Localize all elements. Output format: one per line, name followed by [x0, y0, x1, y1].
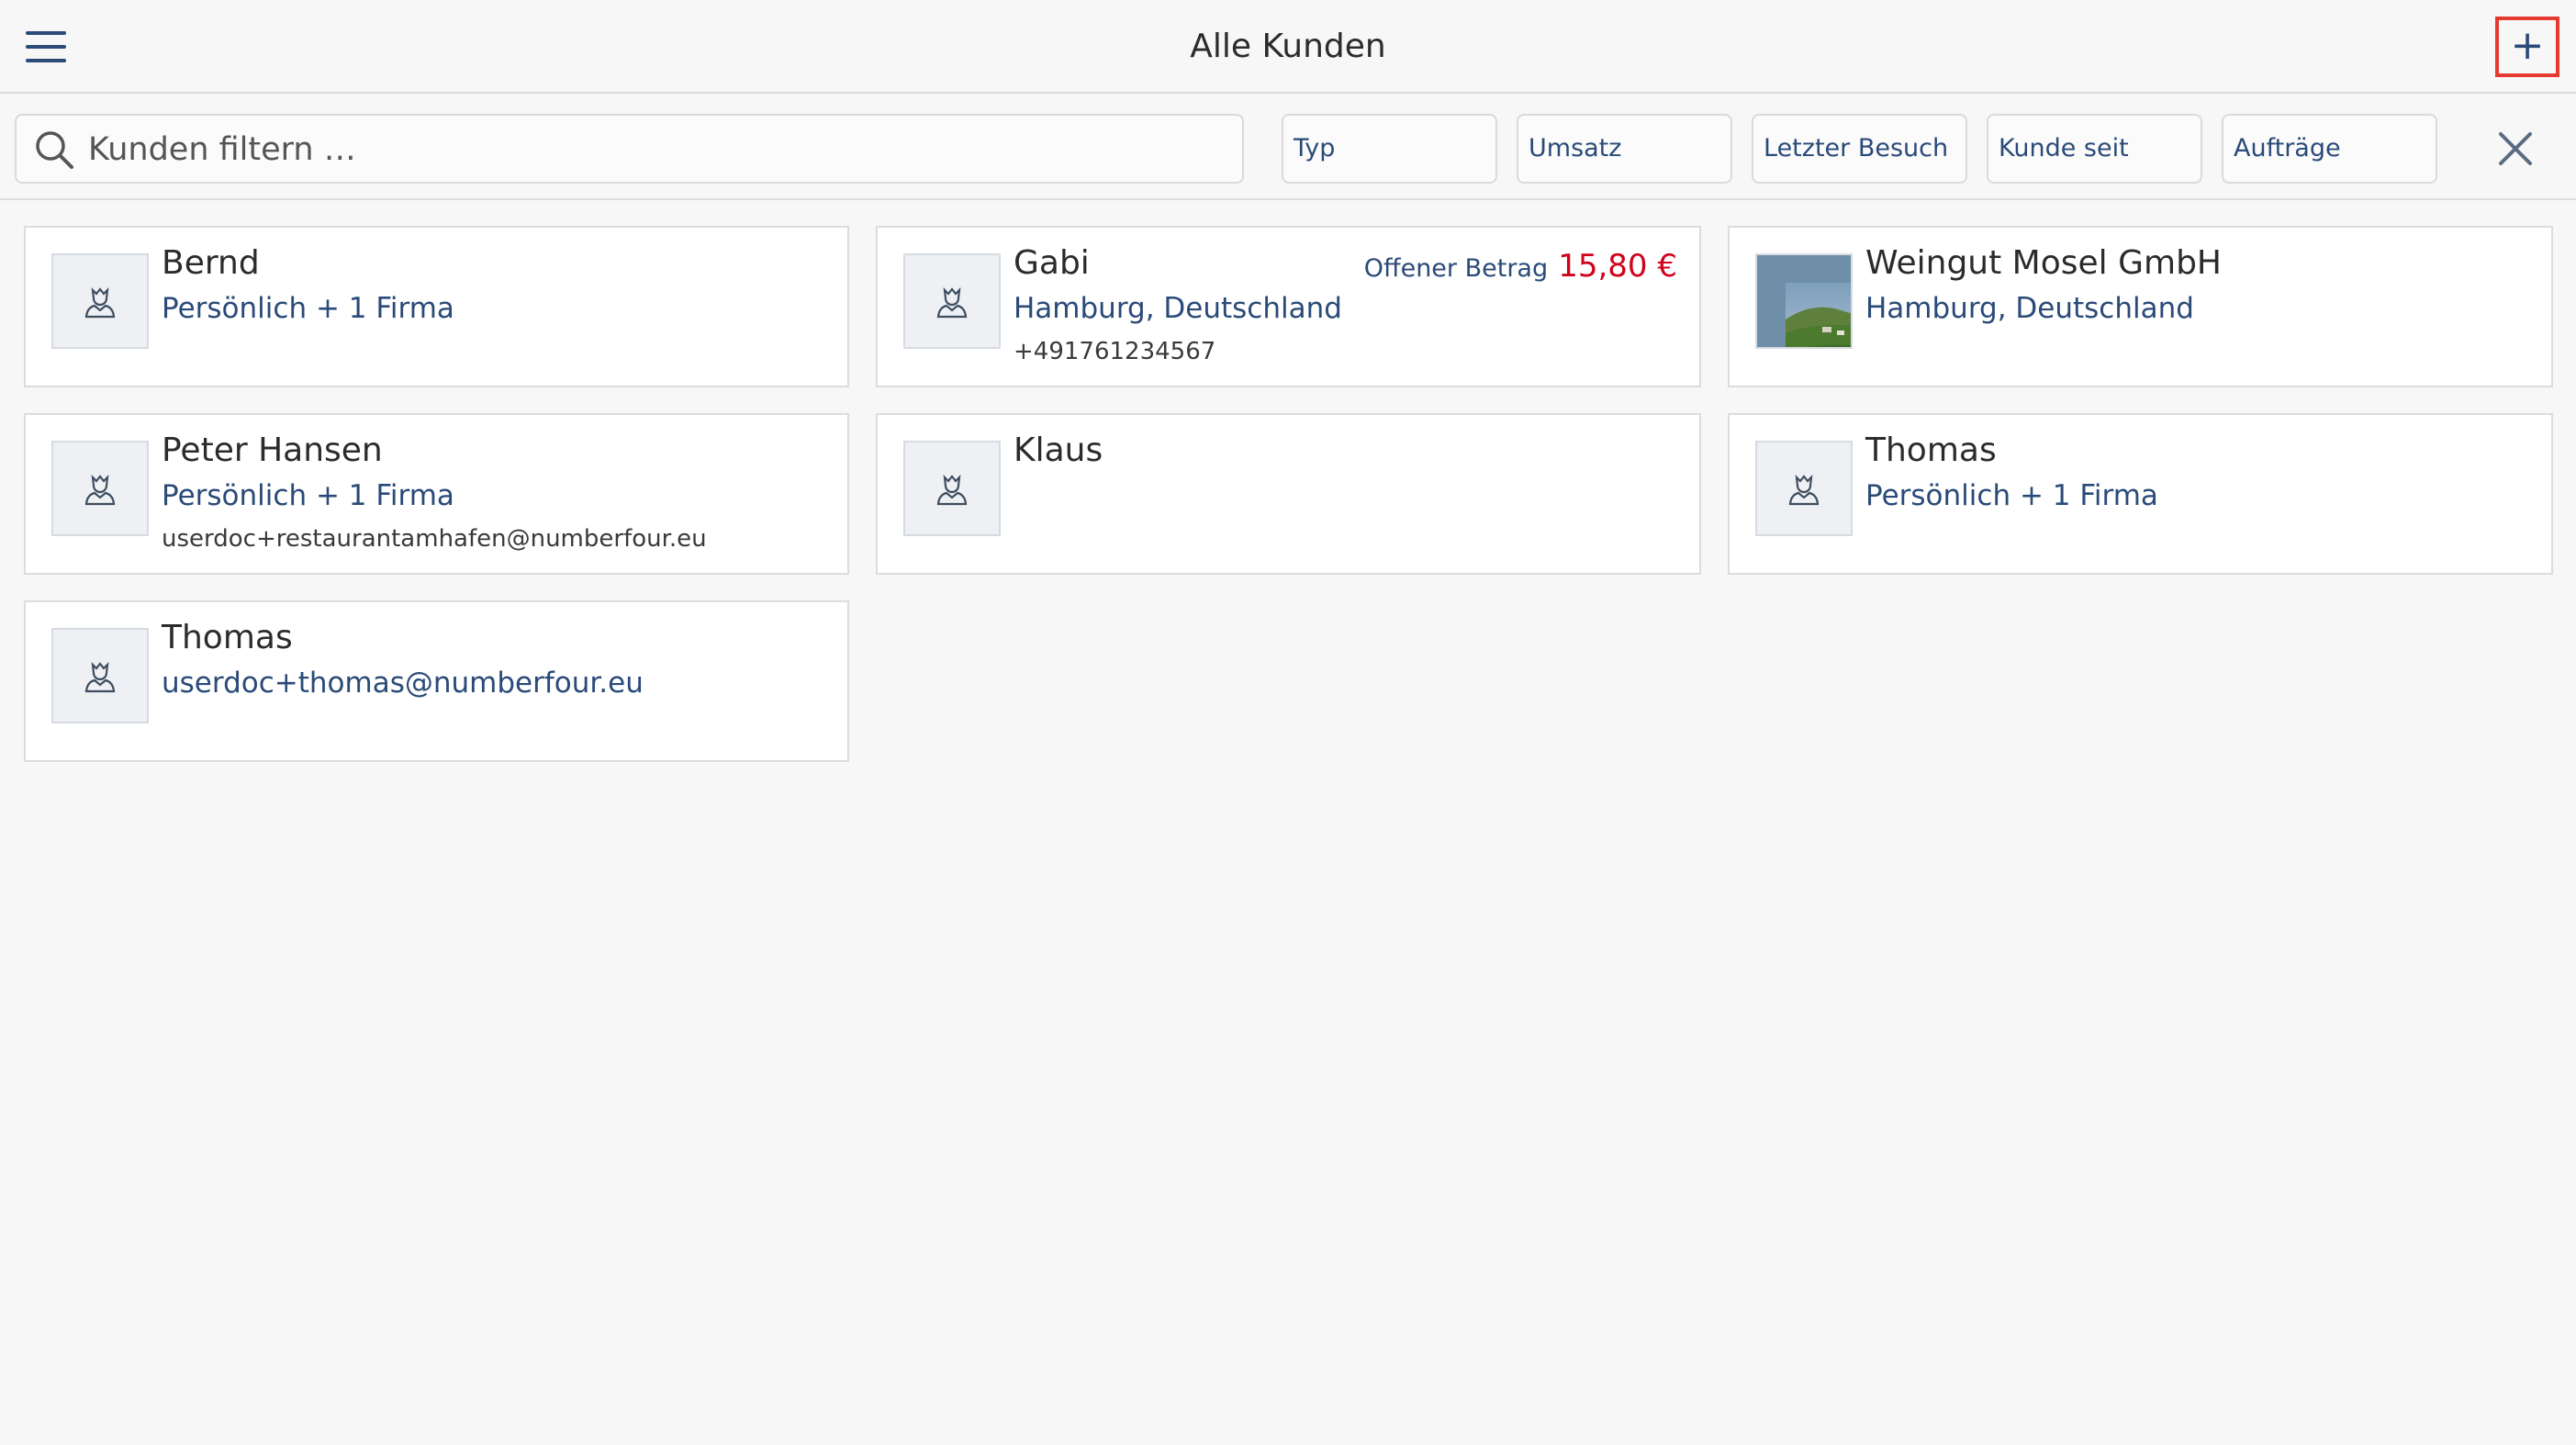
open-amount-value: 15,80 €	[1558, 248, 1677, 285]
avatar	[903, 253, 1001, 349]
customer-card[interactable]: Weingut Mosel GmbH Hamburg, Deutschland	[1728, 226, 2553, 387]
open-amount: Offener Betrag 15,80 €	[1364, 248, 1677, 285]
hamburger-menu-icon[interactable]	[26, 31, 66, 62]
close-icon[interactable]	[2495, 129, 2536, 169]
avatar	[51, 253, 149, 349]
customer-card[interactable]: Thomas Persönlich + 1 Firma	[1728, 413, 2553, 575]
customer-card[interactable]: Peter Hansen Persönlich + 1 Firma userdo…	[24, 413, 849, 575]
customer-location: Hamburg, Deutschland	[1865, 292, 2194, 325]
customer-card[interactable]: Thomas userdoc+thomas@numberfour.eu	[24, 600, 849, 762]
plus-icon: +	[2510, 22, 2545, 69]
person-placeholder-icon	[84, 287, 116, 319]
customer-name: Klaus	[1014, 431, 1103, 469]
filter-chip-umsatz[interactable]: Umsatz	[1517, 114, 1732, 184]
customer-email: userdoc+restaurantamhafen@numberfour.eu	[162, 525, 707, 553]
open-amount-label: Offener Betrag	[1363, 254, 1549, 283]
top-bar: Alle Kunden +	[0, 0, 2576, 94]
customer-subtitle: Persönlich + 1 Firma	[162, 479, 454, 512]
filter-chip-auftraege[interactable]: Aufträge	[2222, 114, 2437, 184]
customer-phone: +491761234567	[1014, 338, 1216, 365]
search-input[interactable]	[86, 121, 1228, 178]
filter-chip-letzter-besuch[interactable]: Letzter Besuch	[1752, 114, 1967, 184]
filter-chip-typ[interactable]: Typ	[1282, 114, 1497, 184]
person-placeholder-icon	[84, 662, 116, 693]
page-title: Alle Kunden	[1190, 28, 1386, 65]
search-field[interactable]	[15, 114, 1244, 184]
customer-card[interactable]: Gabi Offener Betrag 15,80 € Hamburg, Deu…	[876, 226, 1701, 387]
customer-name: Thomas	[162, 619, 293, 656]
avatar	[1755, 441, 1853, 536]
filter-chip-kunde-seit[interactable]: Kunde seit	[1987, 114, 2202, 184]
avatar	[51, 441, 149, 536]
customer-name: Gabi	[1014, 244, 1090, 282]
filter-bar: Typ Umsatz Letzter Besuch Kunde seit Auf…	[0, 94, 2576, 200]
customer-card[interactable]: Bernd Persönlich + 1 Firma	[24, 226, 849, 387]
avatar	[51, 628, 149, 723]
customer-card[interactable]: Klaus	[876, 413, 1701, 575]
customer-subtitle: Persönlich + 1 Firma	[1865, 479, 2158, 512]
customer-name: Bernd	[162, 244, 260, 282]
customer-name: Thomas	[1865, 431, 1997, 469]
person-placeholder-icon	[1788, 475, 1820, 506]
search-icon	[36, 131, 73, 169]
person-placeholder-icon	[936, 287, 968, 319]
person-placeholder-icon	[84, 475, 116, 506]
add-customer-button[interactable]: +	[2495, 17, 2559, 77]
avatar	[903, 441, 1001, 536]
customer-name: Peter Hansen	[162, 431, 383, 469]
customer-name: Weingut Mosel GmbH	[1865, 244, 2223, 282]
person-placeholder-icon	[936, 475, 968, 506]
customer-email: userdoc+thomas@numberfour.eu	[162, 666, 644, 700]
customer-subtitle: Persönlich + 1 Firma	[162, 292, 454, 325]
vineyard-photo	[1755, 253, 1853, 349]
customer-location: Hamburg, Deutschland	[1014, 292, 1342, 325]
